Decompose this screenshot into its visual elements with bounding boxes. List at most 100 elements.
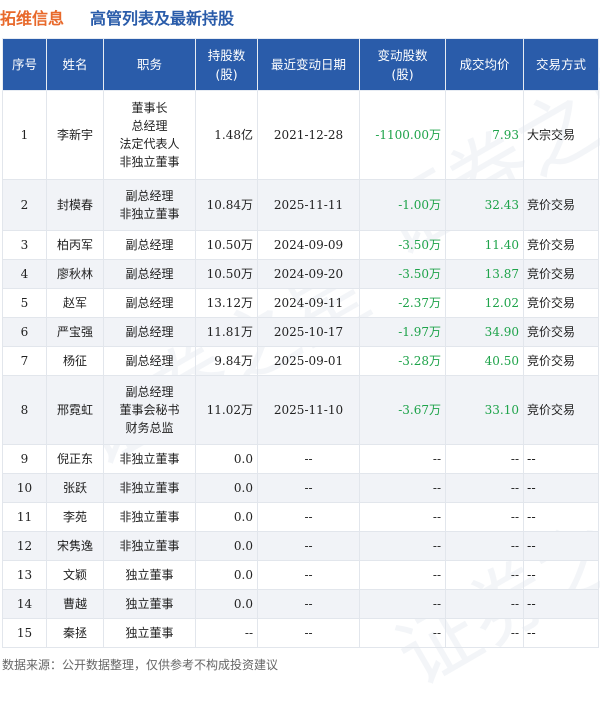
cell-price: -- [445,473,524,503]
cell-name: 张跃 [46,473,104,503]
cell-method: 竞价交易 [523,230,599,260]
cell-role: 非独立董事 [103,444,196,474]
cell-price: 12.02 [445,288,524,318]
cell-change: -- [359,560,446,590]
cell-price: -- [445,531,524,561]
col-change: 变动股数(股) [359,38,446,91]
col-seq: 序号 [2,38,47,91]
cell-seq: 3 [2,230,47,260]
role-line: 董事会秘书 [119,403,180,417]
cell-seq: 8 [2,375,47,445]
cell-date: -- [257,531,360,561]
cell-date: -- [257,444,360,474]
table-row: 2 封模春 副总经理 非独立董事 10.84万 2025-11-11 -1.00万 32.43… [2,179,599,231]
cell-shares: -- [195,618,258,648]
table-row: 9 倪正东 非独立董事 0.0 -- -- -- -- [2,444,599,474]
cell-method: -- [523,589,599,619]
cell-seq: 11 [2,502,47,532]
cell-name: 李新宇 [46,90,104,180]
cell-name: 杨征 [46,346,104,376]
cell-date: 2025-09-01 [257,346,360,376]
cell-role: 独立董事 [103,560,196,590]
table-row: 12 宋隽逸 非独立董事 0.0 -- -- -- -- [2,531,599,561]
cell-name: 赵军 [46,288,104,318]
cell-method: 竞价交易 [523,288,599,318]
cell-seq: 13 [2,560,47,590]
cell-method: 竞价交易 [523,317,599,347]
table-row: 7 杨征 副总经理 9.84万 2025-09-01 -3.28万 40.50 竞价交易 [2,346,599,376]
cell-date: 2021-12-28 [257,90,360,180]
table-row: 8 邢霓虹 副总经理 董事会秘书 财务总监 11.02万 2025-11-10 -3.67万 3… [2,375,599,445]
role-line: 法定代表人 [119,137,180,151]
cell-method: -- [523,473,599,503]
cell-shares: 10.50万 [195,230,258,260]
cell-seq: 15 [2,618,47,648]
cell-method: -- [523,531,599,561]
role-line: 副总经理 [125,238,174,252]
cell-change: -1100.00万 [359,90,446,180]
col-shares: 持股数(股) [195,38,258,91]
cell-name: 文颖 [46,560,104,590]
cell-shares: 10.84万 [195,179,258,231]
cell-price: 11.40 [445,230,524,260]
footnote: 数据来源：公开数据整理，仅供参考不构成投资建议 [2,658,279,672]
cell-seq: 14 [2,589,47,619]
cell-change: -- [359,531,446,561]
cell-role: 副总经理 [103,230,196,260]
table-row: 4 廖秋林 副总经理 10.50万 2024-09-20 -3.50万 13.87 竞价交易 [2,259,599,289]
cell-price: 40.50 [445,346,524,376]
cell-name: 李苑 [46,502,104,532]
cell-change: -- [359,473,446,503]
role-line: 副总经理 [125,385,174,399]
header: 拓维信息 高管列表及最新持股 [0,0,600,36]
role-line: 独立董事 [125,626,174,640]
cell-price: -- [445,560,524,590]
cell-role: 独立董事 [103,618,196,648]
cell-name: 封模春 [46,179,104,231]
role-line: 副总经理 [125,189,174,203]
role-line: 副总经理 [125,267,174,281]
cell-price: 13.87 [445,259,524,289]
table-row: 15 秦拯 独立董事 -- -- -- -- -- [2,618,599,648]
cell-method: -- [523,502,599,532]
cell-seq: 10 [2,473,47,503]
role-line: 非独立董事 [119,510,180,524]
cell-shares: 0.0 [195,560,258,590]
cell-date: -- [257,589,360,619]
cell-price: 32.43 [445,179,524,231]
cell-change: -3.67万 [359,375,446,445]
role-line: 非独立董事 [119,155,180,169]
cell-method: -- [523,560,599,590]
cell-date: 2024-09-20 [257,259,360,289]
cell-price: -- [445,502,524,532]
role-line: 独立董事 [125,597,174,611]
cell-role: 副总经理 [103,259,196,289]
cell-name: 柏丙军 [46,230,104,260]
cell-date: 2025-10-17 [257,317,360,347]
cell-seq: 7 [2,346,47,376]
table-row: 10 张跃 非独立董事 0.0 -- -- -- -- [2,473,599,503]
cell-change: -3.50万 [359,230,446,260]
cell-change: -1.97万 [359,317,446,347]
table-row: 1 李新宇 董事长 总经理 法定代表人 非独立董事 1.48亿 2021-12-28 -1100… [2,90,599,180]
cell-change: -- [359,589,446,619]
cell-role: 副总经理 非独立董事 [103,179,196,231]
executives-table: 序号 姓名 职务 持股数(股) 最近变动日期 变动股数(股) 成交均价 交易方式… [2,38,599,648]
table-row: 6 严宝强 副总经理 11.81万 2025-10-17 -1.97万 34.90 竞价交易 [2,317,599,347]
cell-shares: 11.81万 [195,317,258,347]
cell-price: -- [445,618,524,648]
cell-role: 非独立董事 [103,502,196,532]
cell-name: 曹越 [46,589,104,619]
col-price: 成交均价 [445,38,524,91]
cell-name: 秦拯 [46,618,104,648]
cell-name: 倪正东 [46,444,104,474]
cell-price: 34.90 [445,317,524,347]
role-line: 非独立董事 [119,481,180,495]
cell-seq: 6 [2,317,47,347]
cell-name: 宋隽逸 [46,531,104,561]
cell-price: -- [445,444,524,474]
cell-shares: 1.48亿 [195,90,258,180]
cell-date: -- [257,560,360,590]
cell-role: 董事长 总经理 法定代表人 非独立董事 [103,90,196,180]
cell-role: 副总经理 [103,288,196,318]
